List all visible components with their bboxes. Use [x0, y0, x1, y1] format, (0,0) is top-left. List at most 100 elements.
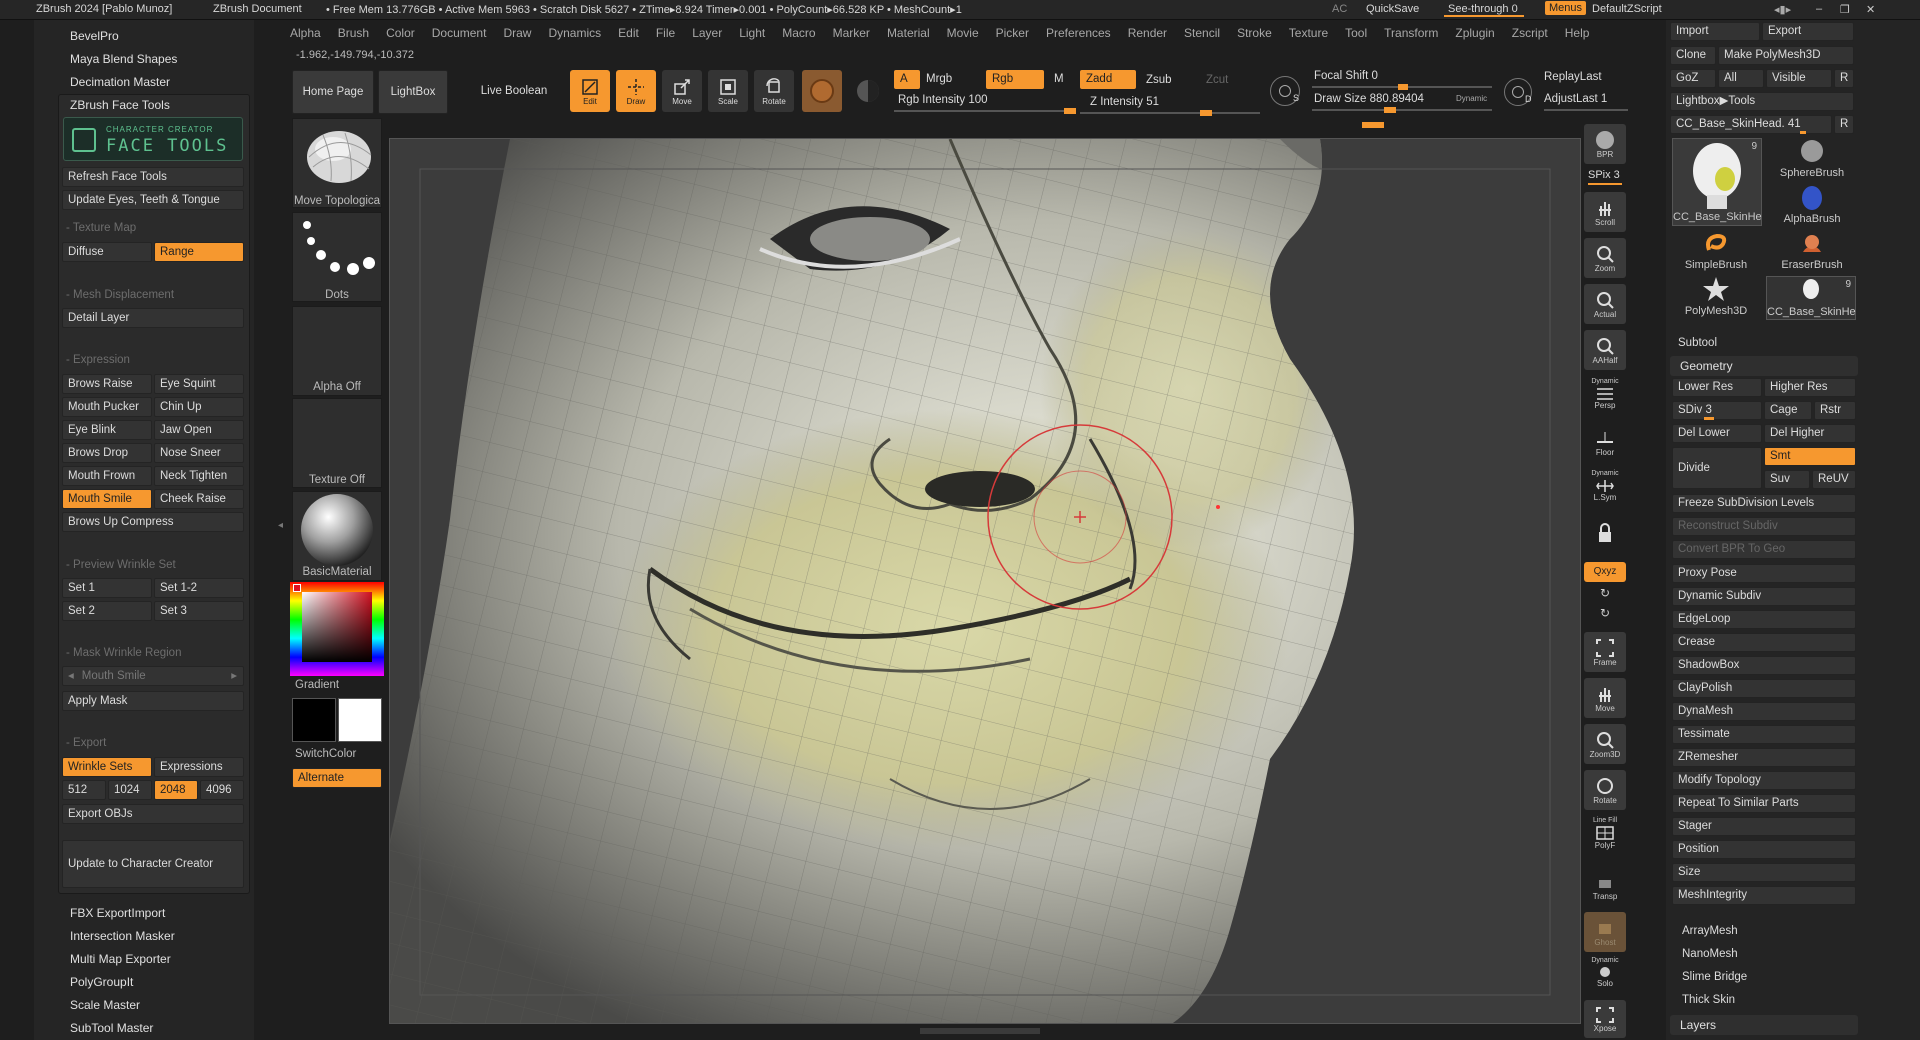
- size-1024-button[interactable]: 1024: [108, 780, 152, 800]
- menu-layer[interactable]: Layer: [692, 22, 722, 44]
- plugin-multi-map-exporter[interactable]: Multi Map Exporter: [70, 952, 171, 966]
- spix-slider[interactable]: SPix 3: [1588, 169, 1620, 181]
- slime-bridge-item[interactable]: Slime Bridge: [1682, 971, 1747, 983]
- restore-icon[interactable]: ❐: [1840, 3, 1850, 16]
- divide-button[interactable]: Divide: [1672, 447, 1762, 489]
- mesh-displacement-section[interactable]: - Mesh Displacement: [66, 289, 174, 301]
- persp-button[interactable]: Dynamic Persp: [1584, 376, 1626, 416]
- expressions-button[interactable]: Expressions: [154, 757, 244, 777]
- apply-mask-button[interactable]: Apply Mask: [62, 691, 244, 711]
- tool-thumb-skinhead[interactable]: 9 CC_Base_SkinHe: [1672, 138, 1762, 226]
- current-tool-slider[interactable]: CC_Base_SkinHead. 41: [1670, 115, 1832, 134]
- transp-button[interactable]: Transp: [1584, 866, 1626, 906]
- rgb-intensity-knob[interactable]: [1064, 108, 1076, 114]
- menu-texture[interactable]: Texture: [1289, 22, 1328, 44]
- menu-movie[interactable]: Movie: [947, 22, 979, 44]
- a-toggle[interactable]: A: [894, 70, 920, 89]
- menu-material[interactable]: Material: [887, 22, 930, 44]
- tessimate-item[interactable]: Tessimate: [1672, 725, 1856, 744]
- material-mode-button[interactable]: [802, 70, 842, 112]
- preview-wrinkle-section[interactable]: - Preview Wrinkle Set: [66, 559, 176, 571]
- crease-item[interactable]: Crease: [1672, 633, 1856, 652]
- export-objs-button[interactable]: Export OBJs: [62, 804, 244, 824]
- plugin-scale-master[interactable]: Scale Master: [70, 998, 140, 1012]
- range-button[interactable]: Range: [154, 242, 244, 262]
- solo-button[interactable]: Dynamic Solo: [1584, 956, 1626, 996]
- convert-bpr-button[interactable]: Convert BPR To Geo: [1672, 540, 1856, 559]
- jaw-open-button[interactable]: Jaw Open: [154, 420, 244, 440]
- rstr-button[interactable]: Rstr: [1814, 401, 1856, 420]
- neck-tighten-button[interactable]: Neck Tighten: [154, 466, 244, 486]
- menu-document[interactable]: Document: [432, 22, 487, 44]
- plugin-decimation-master[interactable]: Decimation Master: [70, 75, 170, 89]
- local-button[interactable]: [1584, 516, 1626, 556]
- minimize-icon[interactable]: –: [1816, 3, 1822, 15]
- mask-region-selector[interactable]: ◂ Mouth Smile ▸: [62, 666, 244, 686]
- eye-blink-button[interactable]: Eye Blink: [62, 420, 152, 440]
- zadd-toggle[interactable]: Zadd: [1080, 70, 1136, 89]
- menu-zscript[interactable]: Zscript: [1512, 22, 1548, 44]
- refresh-face-tools-button[interactable]: Refresh Face Tools: [62, 167, 244, 187]
- claypolish-item[interactable]: ClayPolish: [1672, 679, 1856, 698]
- diffuse-button[interactable]: Diffuse: [62, 242, 152, 262]
- canvas-bottom-handle[interactable]: [920, 1028, 1040, 1034]
- plugin-polygroupit[interactable]: PolyGroupIt: [70, 975, 133, 989]
- plugin-maya-blend-shapes[interactable]: Maya Blend Shapes: [70, 52, 177, 66]
- menu-draw[interactable]: Draw: [503, 22, 531, 44]
- proxy-pose-item[interactable]: Proxy Pose: [1672, 564, 1856, 583]
- adjust-last-slider[interactable]: AdjustLast 1: [1544, 93, 1607, 105]
- menu-edit[interactable]: Edit: [618, 22, 639, 44]
- thick-skin-item[interactable]: Thick Skin: [1682, 994, 1735, 1006]
- main-color-swatch[interactable]: [338, 698, 382, 742]
- move-mode-button[interactable]: Move: [662, 70, 702, 112]
- set-2-button[interactable]: Set 2: [62, 601, 152, 621]
- del-higher-button[interactable]: Del Higher: [1764, 424, 1856, 443]
- layers-header[interactable]: Layers: [1670, 1015, 1858, 1035]
- nose-sneer-button[interactable]: Nose Sneer: [154, 443, 244, 463]
- rotate-z-icon[interactable]: ↻: [1584, 606, 1626, 624]
- mouth-pucker-button[interactable]: Mouth Pucker: [62, 397, 152, 417]
- menu-picker[interactable]: Picker: [996, 22, 1029, 44]
- tool-eraserbrush[interactable]: EraserBrush: [1768, 230, 1856, 274]
- menu-zplugin[interactable]: Zplugin: [1455, 22, 1494, 44]
- draw-mode-button[interactable]: Draw: [616, 70, 656, 112]
- position-item[interactable]: Position: [1672, 840, 1856, 859]
- texture-map-section[interactable]: - Texture Map: [66, 222, 136, 234]
- cheek-raise-button[interactable]: Cheek Raise: [154, 489, 244, 509]
- arraymesh-item[interactable]: ArrayMesh: [1682, 925, 1738, 937]
- geometry-header[interactable]: Geometry: [1670, 356, 1858, 376]
- lower-res-button[interactable]: Lower Res: [1672, 378, 1762, 397]
- m-toggle[interactable]: M: [1048, 70, 1070, 89]
- freeze-subdivision-button[interactable]: Freeze SubDivision Levels: [1672, 494, 1856, 513]
- zsub-toggle[interactable]: Zsub: [1140, 71, 1178, 90]
- draw-size-knob[interactable]: [1384, 107, 1396, 113]
- reuv-toggle[interactable]: ReUV: [1812, 470, 1856, 489]
- polyf-button[interactable]: Line Fill PolyF: [1584, 816, 1626, 856]
- face-tools-header[interactable]: ZBrush Face Tools: [70, 98, 170, 112]
- ghost-button[interactable]: Ghost: [1584, 912, 1626, 952]
- size-4096-button[interactable]: 4096: [200, 780, 244, 800]
- menu-transform[interactable]: Transform: [1384, 22, 1438, 44]
- canvas-scroll-handle[interactable]: [1362, 122, 1384, 128]
- tool-simplebrush[interactable]: SimpleBrush: [1672, 230, 1760, 274]
- secondary-color-swatch[interactable]: [292, 698, 336, 742]
- chin-up-button[interactable]: Chin Up: [154, 397, 244, 417]
- z-intensity-knob[interactable]: [1200, 110, 1212, 116]
- expression-section[interactable]: - Expression: [66, 354, 130, 366]
- cage-button[interactable]: Cage: [1764, 401, 1812, 420]
- menu-macro[interactable]: Macro: [782, 22, 815, 44]
- tool-r-button[interactable]: R: [1834, 115, 1854, 134]
- goz-button[interactable]: GoZ: [1670, 69, 1716, 88]
- menu-dynamics[interactable]: Dynamics: [548, 22, 601, 44]
- edit-mode-button[interactable]: Edit: [570, 70, 610, 112]
- rotate-y-icon[interactable]: ↻: [1584, 586, 1626, 604]
- subtool-header[interactable]: Subtool: [1678, 337, 1717, 349]
- plugin-fbx-exportimport[interactable]: FBX ExportImport: [70, 906, 165, 920]
- mouth-frown-button[interactable]: Mouth Frown: [62, 466, 152, 486]
- menu-preferences[interactable]: Preferences: [1046, 22, 1111, 44]
- menu-light[interactable]: Light: [739, 22, 765, 44]
- zscript-name[interactable]: DefaultZScript: [1592, 3, 1662, 15]
- modify-topology-item[interactable]: Modify Topology: [1672, 771, 1856, 790]
- eye-squint-button[interactable]: Eye Squint: [154, 374, 244, 394]
- import-button[interactable]: Import: [1670, 22, 1760, 41]
